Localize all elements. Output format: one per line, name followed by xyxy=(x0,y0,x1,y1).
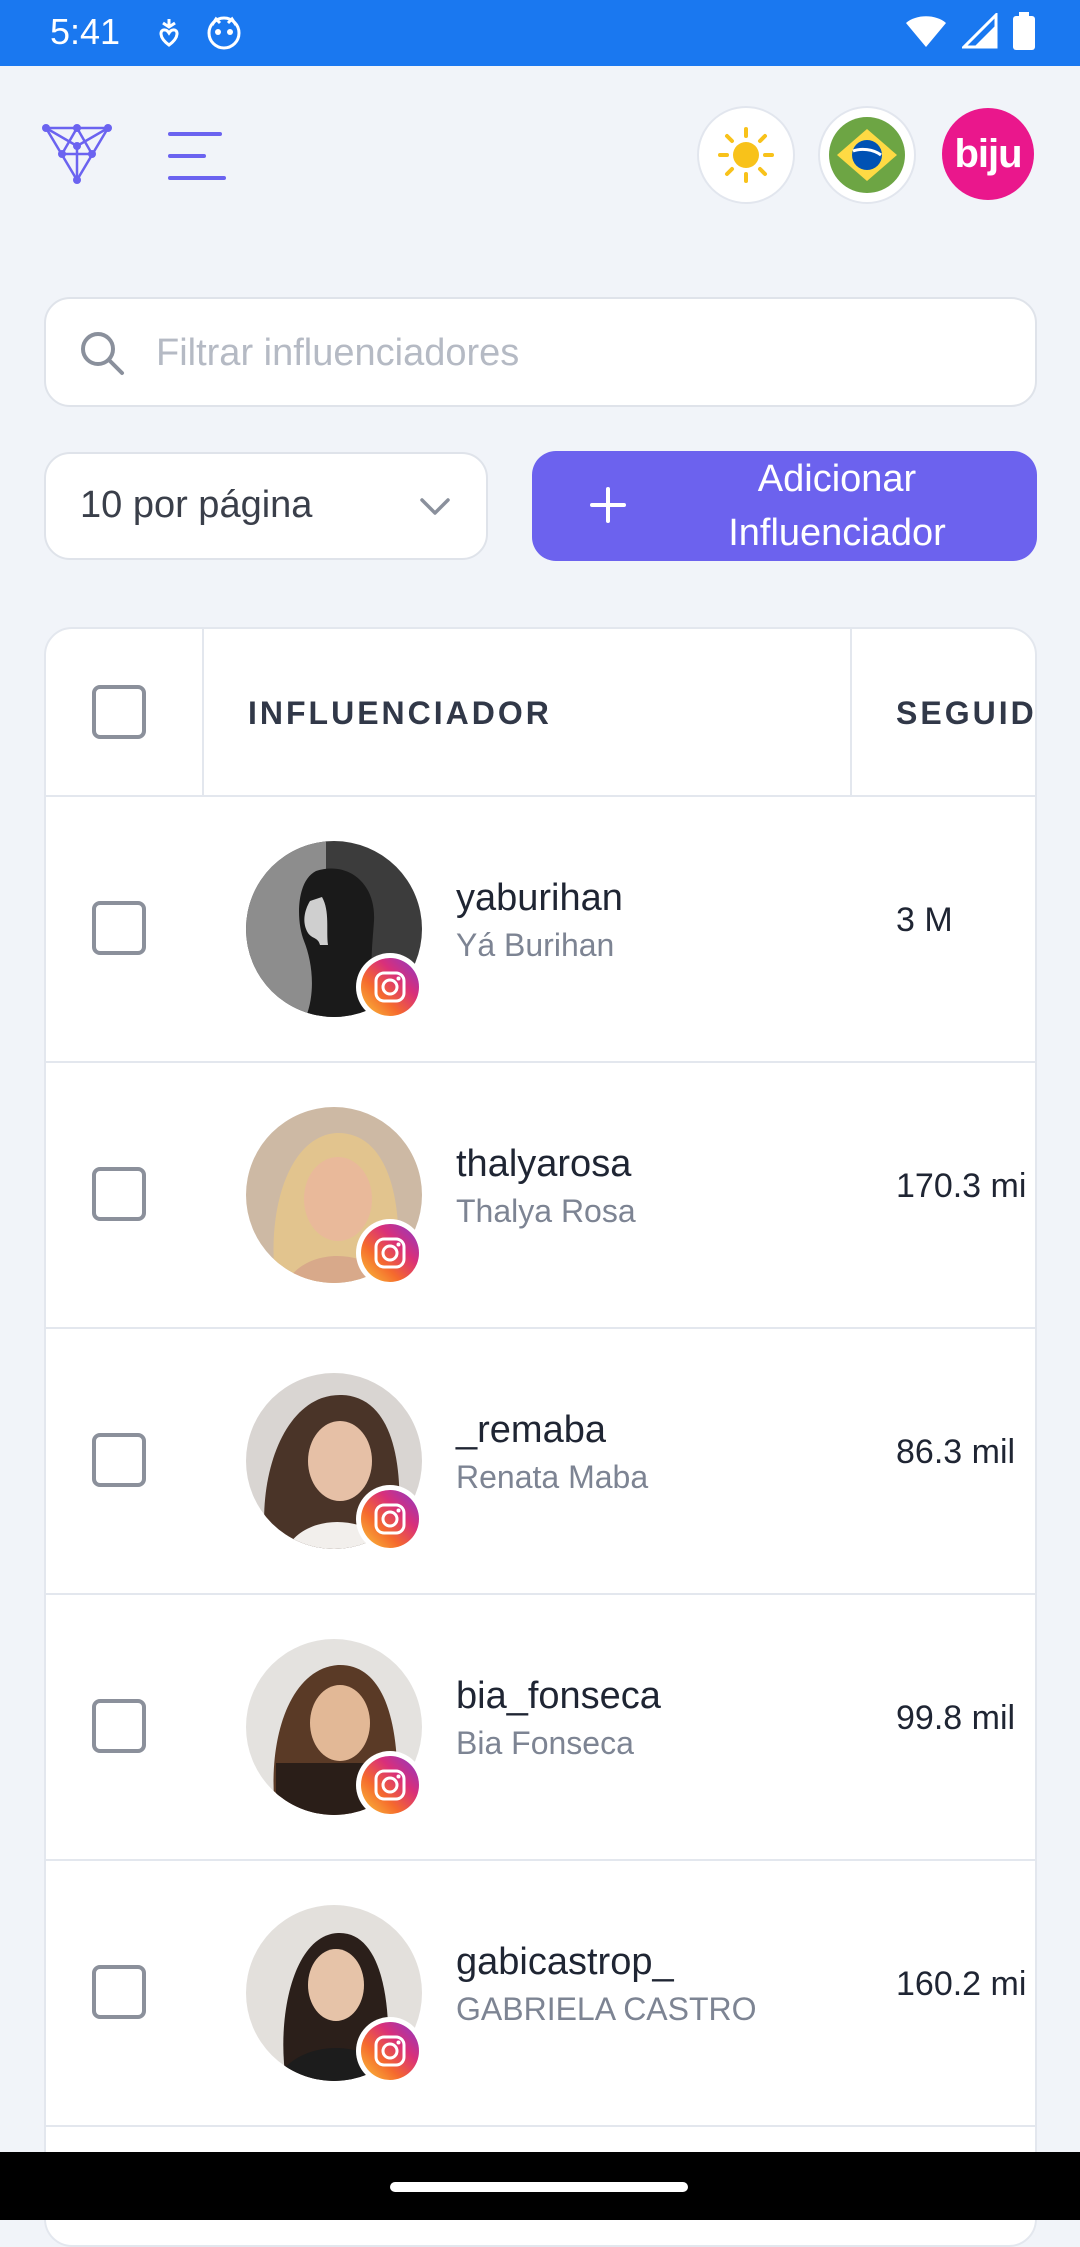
influencer-username[interactable]: _remaba xyxy=(456,1409,606,1452)
search-icon xyxy=(81,332,124,375)
instagram-icon xyxy=(374,1503,406,1535)
triangle-network-logo xyxy=(42,124,112,184)
influencer-username[interactable]: bia_fonseca xyxy=(456,1675,661,1718)
brazil-flag-icon xyxy=(829,117,905,193)
instagram-icon xyxy=(374,1769,406,1801)
instagram-badge xyxy=(356,1485,424,1553)
status-time: 5:41 xyxy=(50,11,121,52)
instagram-badge xyxy=(356,1751,424,1819)
per-page-value: 10 por página xyxy=(80,484,313,526)
row-checkbox[interactable] xyxy=(92,901,146,955)
row-checkbox[interactable] xyxy=(92,1699,146,1753)
status-right-icons xyxy=(904,12,1036,50)
select-all-checkbox[interactable] xyxy=(92,685,146,739)
instagram-icon xyxy=(374,971,406,1003)
add-influencer-label: Adicionar Influenciador xyxy=(728,458,946,554)
table-header: INFLUENCIADOR SEGUIDO xyxy=(46,629,1035,797)
status-left-icons xyxy=(154,15,242,51)
menu-line-middle xyxy=(168,154,206,158)
header-divider xyxy=(850,629,852,797)
instagram-badge xyxy=(356,953,424,1021)
theme-toggle-button[interactable] xyxy=(697,106,795,204)
navigation-bar xyxy=(0,2152,1080,2220)
home-gesture-handle[interactable] xyxy=(390,2182,688,2192)
follower-count: 170.3 mi xyxy=(896,1167,1027,1205)
follower-count: 3 M xyxy=(896,901,953,939)
follower-count: 99.8 mil xyxy=(896,1699,1016,1737)
app-logo[interactable] xyxy=(42,122,112,184)
instagram-icon xyxy=(374,2035,406,2067)
row-checkbox[interactable] xyxy=(92,1965,146,2019)
influencer-username[interactable]: thalyarosa xyxy=(456,1143,631,1186)
influencer-name: Bia Fonseca xyxy=(456,1725,634,1761)
sun-icon xyxy=(718,127,774,183)
row-checkbox[interactable] xyxy=(92,1433,146,1487)
status-bar: 5:41 xyxy=(0,0,1080,66)
column-header-influencer[interactable]: INFLUENCIADOR xyxy=(248,695,552,732)
table-row[interactable]: _remaba Renata Maba 86.3 mil xyxy=(46,1329,1035,1595)
app-notification-icon xyxy=(207,16,241,50)
instagram-badge xyxy=(356,2017,424,2085)
row-checkbox[interactable] xyxy=(92,1167,146,1221)
instagram-badge xyxy=(356,1219,424,1287)
influencer-table: INFLUENCIADOR SEGUIDO yaburihan Y xyxy=(44,627,1037,2247)
influencer-name: Yá Burihan xyxy=(456,927,615,963)
add-influencer-button[interactable]: Adicionar Influenciador xyxy=(532,451,1037,561)
per-page-select[interactable]: 10 por página xyxy=(44,452,488,560)
search-input[interactable] xyxy=(156,323,996,383)
influencer-username[interactable]: yaburihan xyxy=(456,877,623,920)
menu-button[interactable] xyxy=(168,130,228,182)
table-row[interactable]: yaburihan Yá Burihan 3 M xyxy=(46,797,1035,1063)
battery-icon xyxy=(1013,12,1035,50)
header-divider xyxy=(202,629,204,797)
plus-icon xyxy=(590,487,626,523)
influencer-name: Renata Maba xyxy=(456,1459,649,1495)
menu-line-bottom xyxy=(168,176,226,180)
influencer-name: GABRIELA CASTRO xyxy=(456,1991,757,2027)
instagram-icon xyxy=(374,1237,406,1269)
follower-count: 160.2 mi xyxy=(896,1965,1027,2003)
influencer-name: Thalya Rosa xyxy=(456,1193,636,1229)
table-row[interactable]: thalyarosa Thalya Rosa 170.3 mi xyxy=(46,1063,1035,1329)
follower-count: 86.3 mil xyxy=(896,1433,1016,1471)
account-avatar[interactable]: biju xyxy=(942,108,1034,200)
wifi-icon xyxy=(906,16,946,47)
search-box[interactable] xyxy=(44,297,1037,407)
influencer-username[interactable]: gabicastrop_ xyxy=(456,1941,674,1984)
table-row[interactable]: bia_fonseca Bia Fonseca 99.8 mil xyxy=(46,1595,1035,1861)
table-row[interactable]: gabicastrop_ GABRIELA CASTRO 160.2 mi xyxy=(46,1861,1035,2127)
column-header-followers[interactable]: SEGUIDO xyxy=(896,695,1035,732)
notification-heart-icon xyxy=(159,19,179,47)
signal-icon xyxy=(962,13,998,49)
account-avatar-text: biju xyxy=(954,131,1022,176)
language-button[interactable] xyxy=(818,106,916,204)
chevron-down-icon xyxy=(420,498,450,515)
hamburger-menu-icon xyxy=(168,132,222,136)
